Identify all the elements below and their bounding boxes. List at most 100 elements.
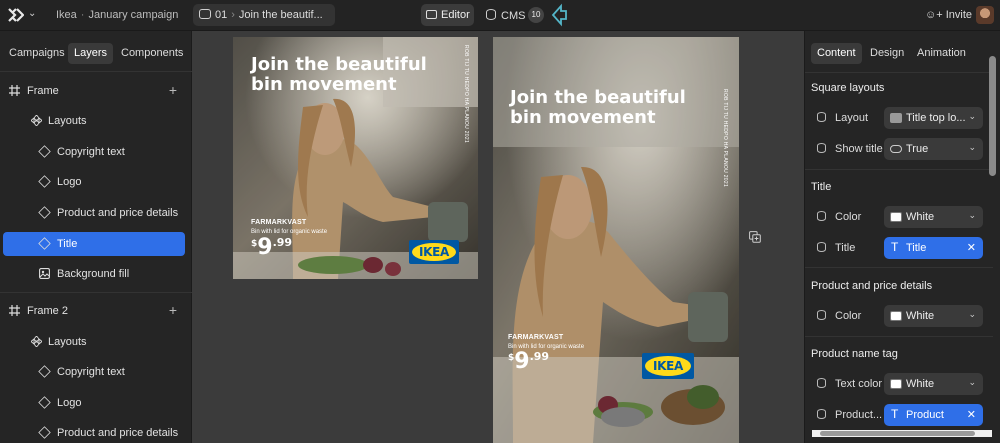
price[interactable]: $9.99 [508,349,549,374]
scroll-thumb[interactable] [820,431,975,436]
layouts-icon [31,115,42,126]
component-icon [38,175,51,188]
chevron-down-icon: ⌄ [968,309,976,319]
divider [805,336,993,337]
price-main: 9 [514,349,530,374]
divider [805,72,993,73]
layer-frame-2[interactable]: Frame 2 + [3,299,185,323]
layer-label: Logo [57,176,82,188]
select-value: White [906,310,935,322]
database-icon [817,409,826,419]
section-title: Product and price details [811,280,933,292]
ikea-logo[interactable]: IKEA [409,240,459,264]
ad-headline[interactable]: Join the beautiful bin movement [510,88,690,128]
layer-product-price[interactable]: Product and price details [3,201,185,225]
clear-icon[interactable]: ✕ [967,241,976,254]
layer-label: Title [57,238,78,250]
prop-title-label: Title [817,242,855,254]
layer-copyright-text[interactable]: Copyright text [3,360,185,384]
breadcrumb: Ikea · January campaign [56,9,178,21]
invite-button[interactable]: ☺+ Invite [925,9,972,21]
framer-logo-icon[interactable] [8,8,24,22]
ikea-logo[interactable]: IKEA [642,353,694,379]
scroll-thumb[interactable] [989,56,996,176]
frame-selector[interactable]: 01 › Join the beautif... [193,4,335,26]
product-text-field[interactable]: T Product ✕ [884,404,983,426]
horizontal-scrollbar[interactable] [812,430,992,437]
layer-label: Copyright text [57,366,125,378]
layer-title[interactable]: Title [3,232,185,256]
cms-label: CMS [501,10,526,22]
database-icon [817,310,826,320]
prop-label: Title [835,242,856,254]
campaign-name[interactable]: January campaign [88,9,178,21]
layer-label: Frame [27,85,59,97]
cms-count-badge: 10 [528,7,544,23]
chevron-down-icon: ⌄ [968,111,976,121]
editor-button[interactable]: Editor [421,4,474,26]
field-value: Title [906,242,927,254]
breadcrumb-separator: · [80,9,85,21]
tab-animation[interactable]: Animation [911,43,972,64]
copyright-text[interactable]: ROB TIJ TU HEDPO HA PLANOU 2021 [463,45,469,143]
database-icon [817,112,826,122]
component-icon [38,237,51,250]
color-swatch [890,212,902,222]
chevron-down-icon: ⌄ [968,142,976,152]
properties-panel: Content Design Animation Square layouts … [804,31,1000,443]
tab-content[interactable]: Content [811,43,862,64]
tab-design[interactable]: Design [864,43,910,64]
chevron-down-icon[interactable]: ⌄ [28,8,36,19]
layer-layouts[interactable]: Layouts [3,109,185,133]
color-swatch [890,311,902,321]
add-icon[interactable]: + [169,302,177,318]
field-value: Product [906,409,944,421]
layout-select[interactable]: Title top lo... ⌄ [884,107,983,129]
tab-campaigns[interactable]: Campaigns [3,43,71,64]
component-icon [38,396,51,409]
invite-label: Invite [945,9,973,21]
ad-headline[interactable]: Join the beautiful bin movement [251,55,431,95]
clear-icon[interactable]: ✕ [967,408,976,421]
toggle-icon [890,145,902,153]
layer-frame[interactable]: Frame + [3,79,185,103]
layer-logo[interactable]: Logo [3,170,185,194]
database-icon [817,242,826,252]
add-icon[interactable]: + [169,82,177,98]
tab-layers[interactable]: Layers [68,43,114,64]
ad-frame-tall[interactable]: Join the beautiful bin movement ROB TIJ … [493,37,739,443]
layouts-icon [31,336,42,347]
cms-button[interactable]: CMS [486,9,525,22]
product-color-select[interactable]: White ⌄ [884,305,983,327]
frame-icon [199,9,211,19]
chevron-down-icon: ⌄ [968,210,976,220]
layer-logo[interactable]: Logo [3,391,185,415]
layer-product-price[interactable]: Product and price details [3,421,185,443]
vertical-scrollbar[interactable] [989,46,996,426]
prop-text-color-label: Text color [817,378,882,390]
layer-label: Background fill [57,268,130,280]
duplicate-frame-icon[interactable] [749,231,761,243]
title-color-select[interactable]: White ⌄ [884,206,983,228]
app-name[interactable]: Ikea [56,9,77,21]
prop-color-label: Color [817,310,861,322]
canvas[interactable]: Join the beautiful bin movement ROB TIJ … [192,31,804,443]
show-title-select[interactable]: True ⌄ [884,138,983,160]
database-icon [486,9,496,20]
chevron-down-icon: ⌄ [968,377,976,387]
avatar[interactable] [976,6,994,24]
layer-copyright-text[interactable]: Copyright text [3,140,185,164]
tag-text-color-select[interactable]: White ⌄ [884,373,983,395]
select-value: White [906,378,935,390]
product-name[interactable]: FARMARKVAST [251,219,306,226]
tab-components[interactable]: Components [115,43,189,64]
price[interactable]: $9.99 [251,235,292,260]
copyright-text[interactable]: ROB TIJ TU HEDPO HA PLANOU 2021 [722,89,728,187]
title-text-field[interactable]: T Title ✕ [884,237,983,259]
text-icon: T [891,240,899,254]
price-cents: .99 [272,236,293,249]
layer-background-fill[interactable]: Background fill [3,262,185,286]
product-name[interactable]: FARMARKVAST [508,334,563,341]
ad-frame-square[interactable]: Join the beautiful bin movement ROB TIJ … [233,37,478,279]
layer-layouts[interactable]: Layouts [3,330,185,354]
